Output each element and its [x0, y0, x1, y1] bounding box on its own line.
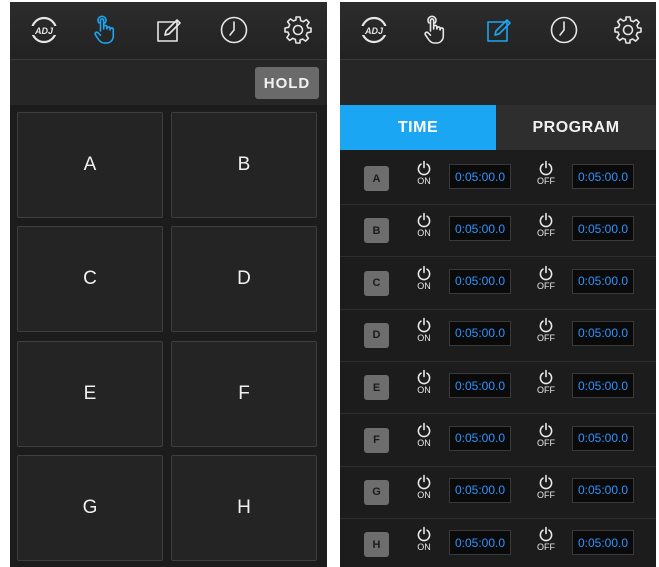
- power-on-icon: ON: [412, 212, 436, 250]
- off-time-field[interactable]: [572, 425, 634, 451]
- pad-b[interactable]: B: [171, 112, 317, 218]
- nav-bar: ADJ: [340, 2, 656, 60]
- clock-icon[interactable]: [548, 14, 580, 46]
- off-label: OFF: [537, 332, 555, 343]
- timer-row: D ON OFF: [340, 309, 656, 362]
- off-time-field[interactable]: [572, 373, 634, 399]
- power-on-icon: ON: [412, 160, 436, 198]
- off-label: OFF: [537, 542, 555, 553]
- logo-text: ADJ: [34, 26, 54, 36]
- off-label: OFF: [537, 280, 555, 291]
- edit-icon[interactable]: [153, 14, 185, 46]
- power-off-icon: OFF: [534, 369, 558, 407]
- channel-button[interactable]: B: [364, 218, 389, 244]
- timer-row: A ON OFF: [340, 152, 656, 205]
- power-on-icon: ON: [412, 422, 436, 460]
- power-off-icon: OFF: [534, 526, 558, 564]
- channel-button[interactable]: D: [364, 322, 389, 348]
- pad-e[interactable]: E: [17, 341, 163, 447]
- channel-button[interactable]: C: [364, 270, 389, 296]
- timer-row: F ON OFF: [340, 414, 656, 467]
- off-time-field[interactable]: [572, 268, 634, 294]
- power-off-icon: OFF: [534, 474, 558, 512]
- off-time-field[interactable]: [572, 530, 634, 556]
- on-time-field[interactable]: [449, 320, 511, 346]
- on-label: ON: [417, 385, 431, 396]
- on-time-field[interactable]: [449, 530, 511, 556]
- channel-button[interactable]: H: [364, 532, 389, 558]
- timer-row: E ON OFF: [340, 361, 656, 415]
- on-label: ON: [417, 542, 431, 553]
- tab-time[interactable]: TIME: [340, 105, 496, 150]
- adj-logo-icon[interactable]: ADJ: [358, 14, 390, 46]
- off-time-field[interactable]: [572, 164, 634, 189]
- on-time-field[interactable]: [449, 216, 511, 242]
- on-label: ON: [417, 489, 431, 500]
- clock-icon[interactable]: [218, 14, 250, 46]
- touch-hand-icon[interactable]: [418, 14, 450, 46]
- on-time-field[interactable]: [449, 477, 511, 503]
- hold-button[interactable]: HOLD: [255, 67, 319, 99]
- pad-c[interactable]: C: [17, 226, 163, 332]
- adj-logo-icon[interactable]: ADJ: [28, 14, 60, 46]
- on-label: ON: [417, 176, 431, 186]
- tab-program[interactable]: PROGRAM: [496, 105, 656, 150]
- power-off-icon: OFF: [534, 265, 558, 303]
- right-screen: ADJ TIME PROGRAM A ON 0:05:00.0 OFF 0:05…: [340, 2, 656, 567]
- on-label: ON: [417, 332, 431, 343]
- power-on-icon: ON: [412, 474, 436, 512]
- pad-f[interactable]: F: [171, 341, 317, 447]
- timer-row: C ON OFF: [340, 257, 656, 310]
- power-on-icon: ON: [412, 526, 436, 564]
- channel-button[interactable]: F: [364, 427, 389, 453]
- pad-d[interactable]: D: [171, 226, 317, 332]
- logo-text: ADJ: [364, 26, 384, 36]
- channel-button[interactable]: E: [364, 375, 389, 401]
- off-label: OFF: [537, 176, 555, 186]
- power-off-icon: OFF: [534, 317, 558, 355]
- on-time-field[interactable]: [449, 373, 511, 399]
- off-time-field[interactable]: [572, 320, 634, 346]
- power-off-icon: OFF: [534, 160, 558, 198]
- pad-a[interactable]: A: [17, 112, 163, 218]
- off-label: OFF: [537, 489, 555, 500]
- power-on-icon: ON: [412, 265, 436, 303]
- hold-bar: HOLD: [10, 60, 327, 105]
- gear-icon[interactable]: [282, 14, 314, 46]
- channel-button[interactable]: G: [364, 479, 389, 505]
- touch-hand-icon[interactable]: [88, 14, 120, 46]
- left-screen: ADJ HOLD A B C D E F G H: [10, 2, 327, 567]
- on-label: ON: [417, 228, 431, 239]
- power-off-icon: OFF: [534, 212, 558, 250]
- off-time-field[interactable]: [572, 216, 634, 242]
- off-time-field[interactable]: [572, 477, 634, 503]
- off-label: OFF: [537, 437, 555, 448]
- gear-icon[interactable]: [612, 14, 644, 46]
- on-label: ON: [417, 437, 431, 448]
- spacer-bar: [340, 60, 656, 105]
- pad-h[interactable]: H: [171, 455, 317, 561]
- on-time-field[interactable]: [449, 164, 511, 189]
- timer-row: G ON OFF: [340, 466, 656, 519]
- nav-bar: ADJ: [10, 2, 327, 60]
- timer-row: B ON OFF: [340, 204, 656, 258]
- power-off-icon: OFF: [534, 422, 558, 460]
- timer-row: H ON OFF: [340, 518, 656, 567]
- on-label: ON: [417, 280, 431, 291]
- pad-g[interactable]: G: [17, 455, 163, 561]
- on-time-field[interactable]: [449, 268, 511, 294]
- on-time-field[interactable]: [449, 425, 511, 451]
- edit-icon[interactable]: [483, 14, 515, 46]
- off-label: OFF: [537, 228, 555, 239]
- power-on-icon: ON: [412, 317, 436, 355]
- power-on-icon: ON: [412, 369, 436, 407]
- off-label: OFF: [537, 385, 555, 396]
- channel-button[interactable]: A: [364, 166, 389, 191]
